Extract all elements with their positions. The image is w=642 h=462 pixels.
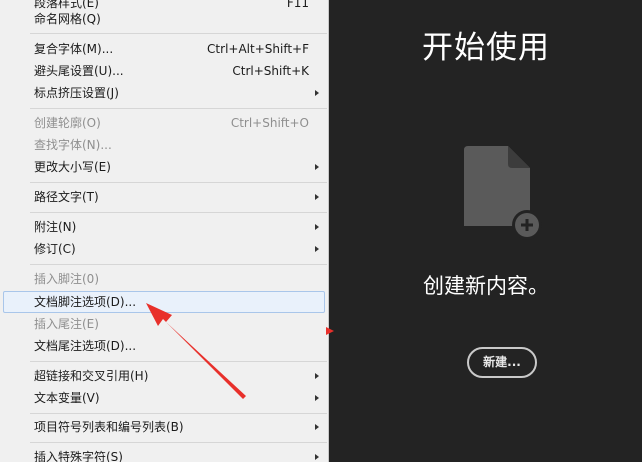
menu-item-label: 附注(N) — [34, 220, 77, 234]
menu-item-mojikumi-settings[interactable]: 标点挤压设置(J) — [0, 82, 327, 104]
page-title: 开始使用 — [422, 30, 550, 66]
chevron-right-icon — [315, 424, 319, 430]
menu-item-shortcut: Ctrl+Shift+O — [230, 116, 309, 130]
menu-separator — [30, 413, 327, 414]
menu-item-label: 复合字体(M)... — [34, 42, 114, 56]
new-button[interactable]: 新建... — [467, 347, 537, 378]
menu-item-label: 文本变量(V) — [34, 391, 100, 405]
chevron-right-icon — [315, 373, 319, 379]
chevron-right-icon — [315, 395, 319, 401]
red-marker-icon — [326, 327, 334, 335]
menu-separator — [30, 442, 327, 443]
chevron-right-icon — [315, 224, 319, 230]
chevron-right-icon — [315, 90, 319, 96]
menu-item-label: 插入脚注(0) — [34, 272, 99, 286]
menu-item-text-variables[interactable]: 文本变量(V) — [0, 387, 327, 409]
menu-item-insert-endnote: 插入尾注(E) — [0, 313, 327, 335]
menu-item-label: 文档脚注选项(D)... — [34, 295, 137, 309]
menu-item-find-font: 查找字体(N)... — [0, 134, 327, 156]
menu-item-composite-fonts[interactable]: 复合字体(M)... Ctrl+Alt+Shift+F — [0, 38, 327, 60]
menu-item-create-outlines: 创建轮廓(O) Ctrl+Shift+O — [0, 112, 327, 134]
menu-item-bullets-numbering[interactable]: 项目符号列表和编号列表(B) — [0, 416, 327, 438]
menu-item-named-grids[interactable]: 命名网格(Q) — [0, 8, 327, 30]
chevron-right-icon — [315, 194, 319, 200]
menu-item-shortcut: Ctrl+Alt+Shift+F — [207, 42, 309, 56]
menu-separator — [30, 108, 327, 109]
menu-item-label: 查找字体(N)... — [34, 138, 112, 152]
type-context-menu: 段落样式(E) F11 命名网格(Q) 复合字体(M)... Ctrl+Alt+… — [0, 0, 329, 462]
menu-item-change-case[interactable]: 更改大小写(E) — [0, 156, 327, 178]
chevron-right-icon — [315, 164, 319, 170]
menu-item-label: 插入尾注(E) — [34, 317, 99, 331]
new-document-icon — [464, 146, 542, 240]
menu-item-label: 修订(C) — [34, 242, 76, 256]
menu-item-label: 超链接和交叉引用(H) — [34, 369, 149, 383]
menu-item-type-on-path[interactable]: 路径文字(T) — [0, 186, 327, 208]
menu-separator — [30, 361, 327, 362]
menu-item-label: 项目符号列表和编号列表(B) — [34, 420, 184, 434]
menu-item-label: 命名网格(Q) — [34, 12, 101, 26]
menu-separator — [30, 33, 327, 34]
menu-item-document-footnote-options[interactable]: 文档脚注选项(D)... — [3, 291, 325, 313]
menu-separator — [30, 264, 327, 265]
menu-item-hyperlinks-cross-references[interactable]: 超链接和交叉引用(H) — [0, 365, 327, 387]
menu-separator — [30, 212, 327, 213]
start-panel: 开始使用 创建新内容。 新建... — [330, 0, 642, 462]
create-new-content-text: 创建新内容。 — [423, 274, 549, 298]
menu-item-notes[interactable]: 附注(N) — [0, 216, 327, 238]
menu-item-shortcut: Ctrl+Shift+K — [232, 64, 309, 78]
menu-separator — [30, 182, 327, 183]
menu-item-label: 文档尾注选项(D)... — [34, 339, 137, 353]
chevron-right-icon — [315, 454, 319, 460]
menu-item-label: 路径文字(T) — [34, 190, 99, 204]
menu-item-document-endnote-options[interactable]: 文档尾注选项(D)... — [0, 335, 327, 357]
menu-item-label: 创建轮廓(O) — [34, 116, 101, 130]
menu-item-track-changes[interactable]: 修订(C) — [0, 238, 327, 260]
chevron-right-icon — [315, 246, 319, 252]
menu-item-insert-special-character[interactable]: 插入特殊字符(S) — [0, 446, 327, 462]
menu-item-insert-footnote: 插入脚注(0) — [0, 268, 327, 290]
menu-item-kinsoku-settings[interactable]: 避头尾设置(U)... Ctrl+Shift+K — [0, 60, 327, 82]
menu-item-label: 标点挤压设置(J) — [34, 86, 119, 100]
menu-item-label: 插入特殊字符(S) — [34, 450, 123, 462]
menu-item-label: 避头尾设置(U)... — [34, 64, 124, 78]
menu-item-label: 更改大小写(E) — [34, 160, 111, 174]
